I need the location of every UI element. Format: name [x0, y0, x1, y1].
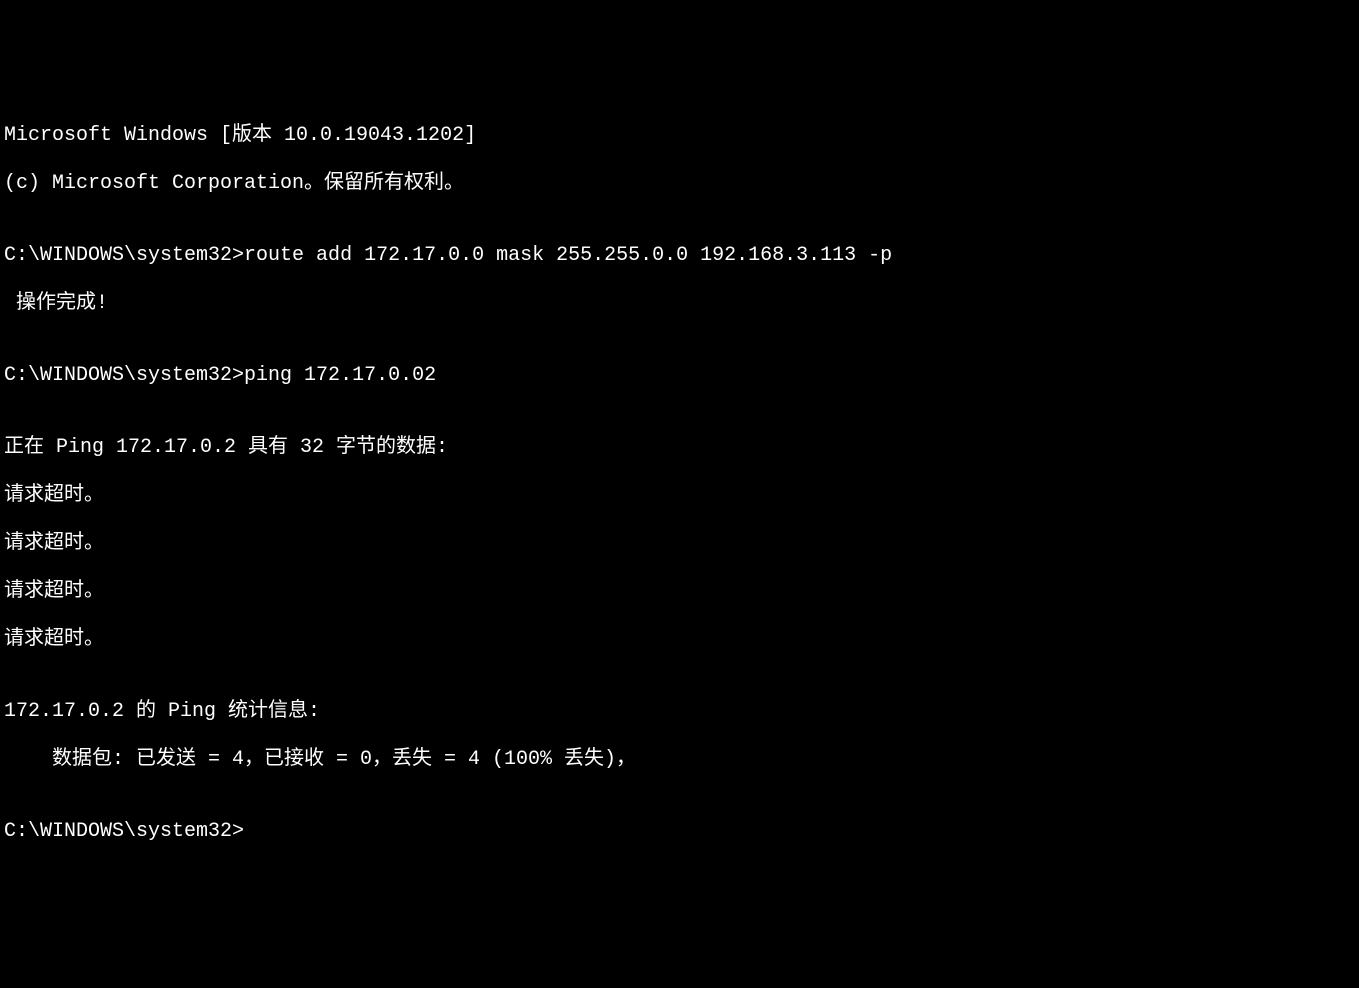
ping-timeout-line: 请求超时。: [4, 484, 1355, 508]
ping-timeout-line: 请求超时。: [4, 628, 1355, 652]
ping-header-line: 正在 Ping 172.17.0.2 具有 32 字节的数据:: [4, 436, 1355, 460]
terminal-window[interactable]: Microsoft Windows [版本 10.0.19043.1202] (…: [4, 100, 1355, 868]
ping-timeout-line: 请求超时。: [4, 532, 1355, 556]
command-line-2: C:\WINDOWS\system32>ping 172.17.0.02: [4, 364, 1355, 388]
route-add-command: route add 172.17.0.0 mask 255.255.0.0 19…: [244, 244, 892, 267]
command-line-3[interactable]: C:\WINDOWS\system32>: [4, 820, 1355, 844]
ping-command: ping 172.17.0.02: [244, 364, 436, 387]
ping-stats-detail: 数据包: 已发送 = 4，已接收 = 0，丢失 = 4 (100% 丢失)，: [4, 748, 1355, 772]
os-version-line: Microsoft Windows [版本 10.0.19043.1202]: [4, 124, 1355, 148]
prompt-3: C:\WINDOWS\system32>: [4, 820, 244, 843]
route-result: 操作完成!: [4, 292, 1355, 316]
command-line-1: C:\WINDOWS\system32>route add 172.17.0.0…: [4, 244, 1355, 268]
copyright-line: (c) Microsoft Corporation。保留所有权利。: [4, 172, 1355, 196]
ping-timeout-line: 请求超时。: [4, 580, 1355, 604]
prompt-2: C:\WINDOWS\system32>: [4, 364, 244, 387]
prompt-1: C:\WINDOWS\system32>: [4, 244, 244, 267]
